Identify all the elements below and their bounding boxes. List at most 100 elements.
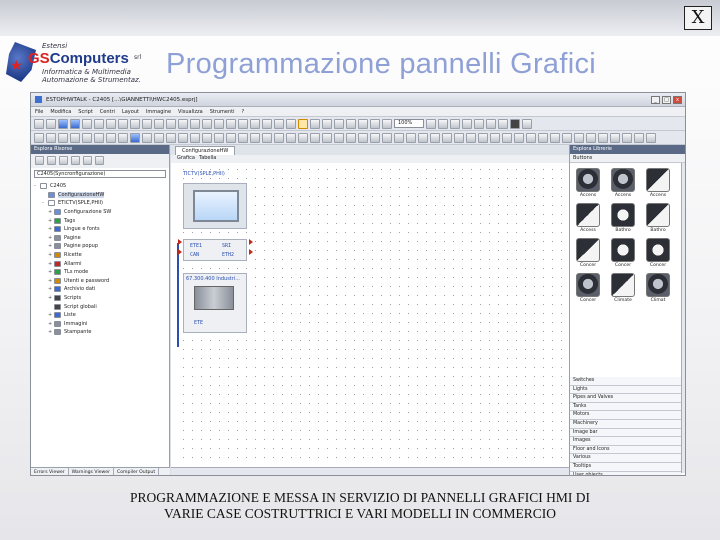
toolbar-button-icon[interactable] — [370, 132, 380, 143]
toolbar-button-icon[interactable] — [486, 118, 496, 129]
tree-tool-icon[interactable] — [59, 156, 68, 165]
horizontal-scrollbar[interactable] — [171, 467, 569, 475]
maximize-icon[interactable]: □ — [662, 95, 671, 104]
library-item[interactable]: Concer — [574, 273, 602, 303]
library-category[interactable]: Machinery — [570, 419, 682, 429]
library-category[interactable]: Various — [570, 454, 682, 463]
toolbar-button-icon[interactable] — [394, 132, 404, 143]
library-category[interactable]: Floor and Icons — [570, 445, 682, 455]
toolbar-button-icon[interactable] — [538, 132, 548, 143]
menu-item[interactable]: File — [35, 109, 43, 115]
toolbar-button-icon[interactable] — [382, 118, 392, 129]
toolbar-button-icon[interactable] — [418, 132, 428, 143]
menu-item[interactable]: Strumenti — [210, 109, 235, 115]
tree-item[interactable]: + Ricette — [34, 251, 166, 260]
toolbar-button-icon[interactable] — [498, 118, 508, 129]
library-category[interactable]: Images — [570, 437, 682, 446]
toolbar-button-icon[interactable] — [502, 132, 512, 143]
tab-configurazione-hw[interactable]: ConfigurazioneHW — [175, 146, 236, 155]
minimize-icon[interactable]: _ — [651, 95, 660, 104]
toolbar-button-icon[interactable] — [382, 132, 392, 143]
library-item[interactable]: Concer — [644, 238, 672, 268]
toolbar-button-icon[interactable] — [250, 118, 260, 129]
toolbar-button-icon[interactable] — [466, 132, 476, 143]
toolbar-button-icon[interactable] — [130, 118, 140, 129]
toolbar-button-icon[interactable] — [94, 132, 104, 143]
toolbar-button-icon[interactable] — [118, 118, 128, 129]
toolbar-button-icon[interactable] — [166, 118, 176, 129]
toolbar-button-icon[interactable] — [622, 132, 632, 143]
toolbar-button-icon[interactable] — [586, 132, 596, 143]
toolbar-button-icon[interactable] — [262, 132, 272, 143]
library-category[interactable]: Lights — [570, 385, 682, 395]
toolbar-button-icon[interactable] — [478, 132, 488, 143]
toolbar-button-icon[interactable] — [346, 118, 356, 129]
output-tab[interactable]: Errors Viewer — [31, 468, 69, 475]
library-item[interactable]: Concer — [609, 238, 637, 268]
menu-item[interactable]: Visualizza — [178, 109, 203, 115]
tree-item[interactable]: + TLs mode — [34, 268, 166, 277]
toolbar-button-icon[interactable] — [598, 132, 608, 143]
library-item[interactable]: Access — [574, 203, 602, 233]
tree-tool-icon[interactable] — [47, 156, 56, 165]
toolbar-button-icon[interactable] — [322, 118, 332, 129]
menu-item[interactable]: Layout — [122, 109, 139, 115]
hmi-ports[interactable]: ETE1 SRI CAN ETH2 — [183, 239, 247, 261]
toolbar-button-icon[interactable] — [214, 118, 224, 129]
tree-tool-icon[interactable] — [83, 156, 92, 165]
library-category[interactable]: Motors — [570, 411, 682, 420]
toolbar-button-icon[interactable] — [202, 132, 212, 143]
toolbar-button-icon[interactable] — [166, 132, 176, 143]
toolbar-button-icon[interactable] — [130, 132, 140, 143]
toolbar-button-icon[interactable] — [94, 118, 104, 129]
toolbar-button-icon[interactable] — [70, 132, 80, 143]
toolbar-button-icon[interactable] — [610, 132, 620, 143]
library-category[interactable]: User objects — [570, 471, 682, 475]
toolbar-button-icon[interactable] — [474, 118, 484, 129]
toolbar-button-icon[interactable] — [58, 118, 68, 129]
toolbar-button-icon[interactable] — [358, 118, 368, 129]
menu-item[interactable]: Immagine — [146, 109, 171, 115]
toolbar-button-icon[interactable] — [310, 132, 320, 143]
toolbar-button-icon[interactable] — [178, 118, 188, 129]
toolbar-button-icon[interactable] — [442, 132, 452, 143]
toolbar-button-icon[interactable] — [262, 118, 272, 129]
toolbar-button-icon[interactable] — [106, 118, 116, 129]
library-category[interactable]: Tooltips — [570, 462, 682, 472]
library-item[interactable]: Climate — [609, 273, 637, 303]
toolbar-button-icon[interactable] — [178, 132, 188, 143]
tree-tool-icon[interactable] — [95, 156, 104, 165]
tree-item[interactable]: + Pagine popup — [34, 242, 166, 251]
toolbar-button-icon[interactable] — [574, 132, 584, 143]
toolbar-button-icon[interactable] — [526, 132, 536, 143]
toolbar-button-icon[interactable] — [34, 132, 44, 143]
toolbar-button-icon[interactable] — [430, 132, 440, 143]
toolbar-button-icon[interactable] — [426, 118, 436, 129]
toolbar-button-icon[interactable] — [310, 118, 320, 129]
toolbar-button-icon[interactable] — [370, 118, 380, 129]
toolbar-button-icon[interactable] — [514, 132, 524, 143]
library-category[interactable]: Switches — [570, 377, 682, 386]
configuration-select[interactable]: C2405(Syncronfigurazione) — [34, 170, 166, 178]
tree-tool-icon[interactable] — [71, 156, 80, 165]
library-item[interactable]: Climat — [644, 273, 672, 303]
toolbar-button-icon[interactable] — [142, 132, 152, 143]
menu-item[interactable]: ? — [242, 109, 245, 115]
toolbar-button-icon[interactable] — [522, 118, 532, 129]
toolbar-button-icon[interactable] — [322, 132, 332, 143]
tree-item[interactable]: + Pagine — [34, 234, 166, 243]
toolbar-button-icon[interactable] — [286, 118, 296, 129]
toolbar-button-icon[interactable] — [334, 118, 344, 129]
toolbar-button-icon[interactable] — [226, 132, 236, 143]
toolbar-button-icon[interactable] — [202, 118, 212, 129]
toolbar-button-icon[interactable] — [154, 118, 164, 129]
toolbar-button-icon[interactable] — [190, 118, 200, 129]
window-close-icon[interactable]: x — [673, 95, 682, 104]
toolbar-button-icon[interactable] — [346, 132, 356, 143]
toolbar-button-icon[interactable] — [238, 132, 248, 143]
tree-item[interactable]: + Stampante — [34, 328, 166, 337]
library-item[interactable]: Concer — [574, 238, 602, 268]
toolbar-button-icon[interactable] — [358, 132, 368, 143]
tree-item[interactable]: Script globali — [34, 302, 166, 311]
toolbar-button-icon[interactable] — [70, 118, 80, 129]
